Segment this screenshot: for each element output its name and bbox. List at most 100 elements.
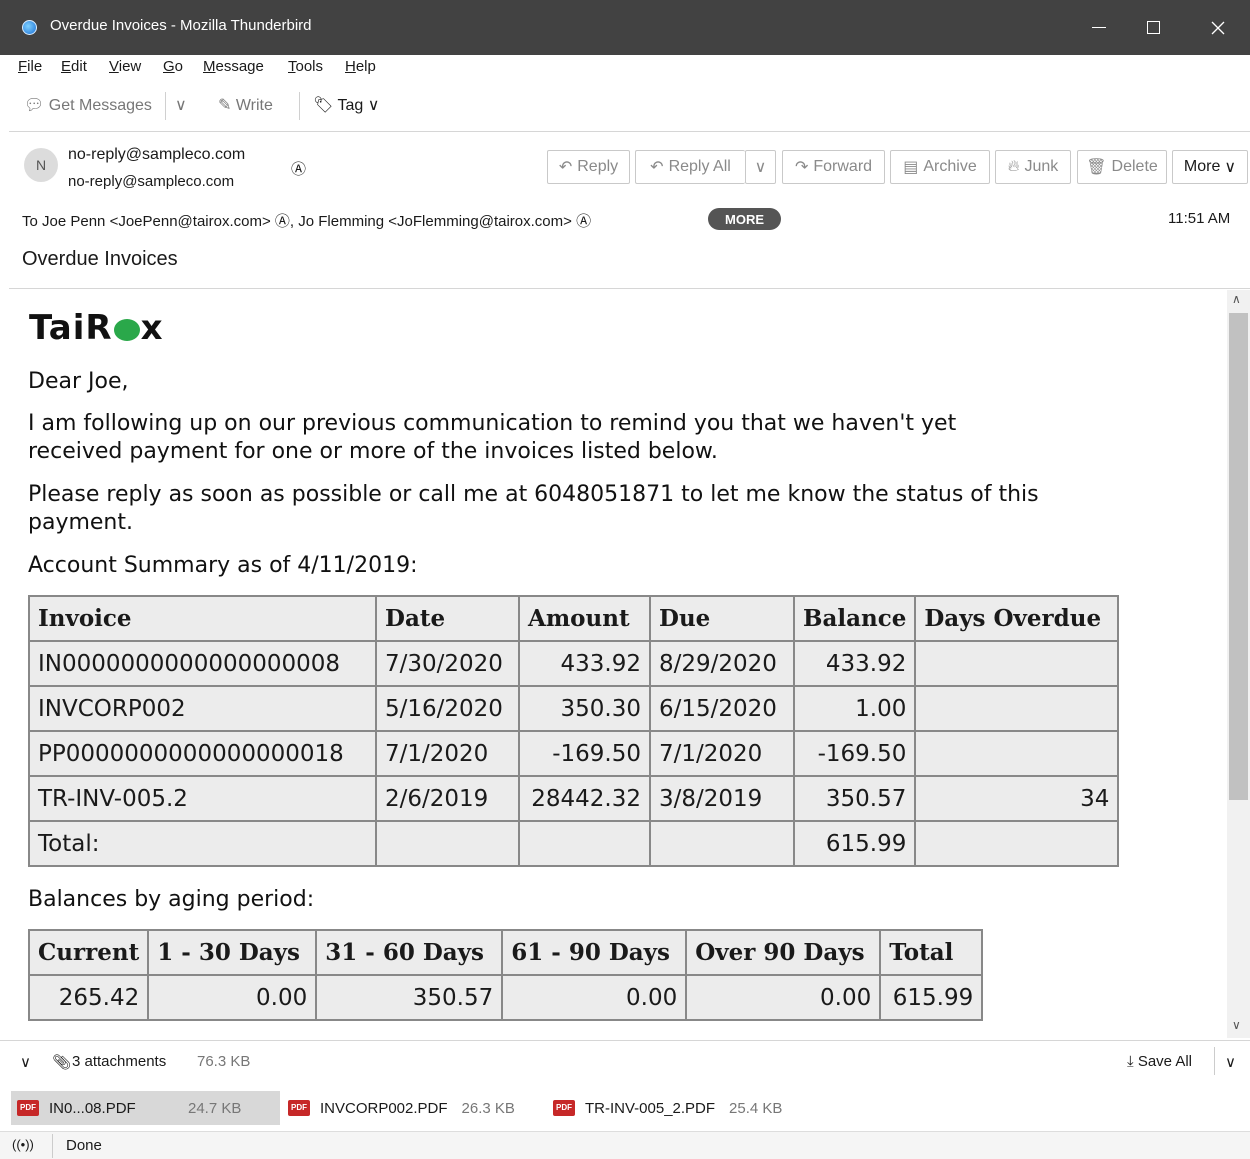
menu-tools[interactable]: Tools <box>288 58 323 75</box>
toolbar-separator <box>299 92 300 120</box>
menu-help[interactable]: Help <box>345 58 376 75</box>
contact-icon[interactable]: Ⓐ <box>275 213 290 230</box>
reply-all-button[interactable]: ↶ Reply All <box>635 150 745 184</box>
logo-mark <box>113 319 140 341</box>
tairox-logo: TaiR x <box>29 308 164 348</box>
more-label: More <box>1183 158 1221 175</box>
table-row: IN0000000000000000008 7/30/2020 433.92 8… <box>28 640 1120 687</box>
recipient-jo-flemming[interactable]: Jo Flemming <JoFlemming@tairox.com> <box>298 213 572 230</box>
aging-label: Balances by aging period: <box>28 887 315 912</box>
from-name[interactable]: no-reply@sampleco.com <box>68 146 245 164</box>
attachment-list: PDF IN0...08.PDF 24.7 KB PDF INVCORP002.… <box>0 1088 1250 1128</box>
close-button[interactable] <box>1185 0 1250 55</box>
attachments-count[interactable]: 3 attachments <box>72 1053 166 1070</box>
column-header: Current <box>27 929 150 976</box>
recipient-joe-penn[interactable]: Joe Penn <JoePenn@tairox.com> <box>42 213 271 230</box>
attachment-size: 25.4 KB <box>729 1099 783 1117</box>
table-row: INVCORP002 5/16/2020 350.30 6/15/2020 1.… <box>28 685 1120 732</box>
reply-button[interactable]: ↶ Reply <box>547 150 630 184</box>
due-cell: 8/29/2020 <box>649 640 795 687</box>
chevron-down-icon: ∨ <box>1224 159 1237 176</box>
scroll-down-icon[interactable]: ∨ <box>1232 1018 1241 1032</box>
attachment-item[interactable]: PDF TR-INV-005_2.PDF 25.4 KB <box>547 1091 782 1125</box>
amount-cell: 28442.32 <box>518 775 651 822</box>
online-status-icon[interactable]: ((•)) <box>12 1137 34 1152</box>
due-cell: 3/8/2019 <box>649 775 795 822</box>
save-all-dropdown[interactable]: ∨ <box>1225 1053 1236 1071</box>
junk-button[interactable]: 🔥︎ Junk <box>995 150 1071 184</box>
attachment-item[interactable]: PDF INVCORP002.PDF 26.3 KB <box>282 1091 515 1125</box>
days-overdue-cell <box>914 730 1120 777</box>
maximize-button[interactable] <box>1121 0 1186 55</box>
avatar: N <box>24 148 58 182</box>
due-cell <box>649 820 795 867</box>
balance-cell: 433.92 <box>792 640 917 687</box>
header-divider <box>9 288 1250 289</box>
chevron-down-icon: ∨ <box>20 1054 31 1071</box>
more-recipients-pill[interactable]: MORE <box>708 208 781 230</box>
invoice-cell: PP0000000000000000018 <box>28 730 377 777</box>
attachment-item[interactable]: PDF IN0...08.PDF 24.7 KB <box>11 1091 280 1125</box>
column-header: Over 90 Days <box>685 929 882 976</box>
attachment-name: TR-INV-005_2.PDF <box>585 1099 716 1117</box>
status-separator <box>52 1134 53 1158</box>
date-cell: 7/30/2020 <box>375 640 520 687</box>
chevron-down-icon: ∨ <box>367 97 380 114</box>
table-row: 265.42 0.00 350.57 0.00 0.00 615.99 <box>27 974 984 1021</box>
column-header: 31 - 60 Days <box>315 929 504 976</box>
archive-button[interactable]: ▤ Archive <box>890 150 990 184</box>
column-header: Date <box>375 595 520 642</box>
date-cell: 2/6/2019 <box>375 775 520 822</box>
contact-icon[interactable]: Ⓐ <box>291 158 306 179</box>
from-email[interactable]: no-reply@sampleco.com <box>68 173 234 190</box>
date-cell <box>375 820 520 867</box>
contact-icon[interactable]: Ⓐ <box>576 213 591 230</box>
tag-icon: 🏷︎ <box>313 97 334 114</box>
to-label: To <box>22 213 38 230</box>
amount-cell: 350.30 <box>518 685 651 732</box>
chevron-down-icon: ∨ <box>175 97 187 114</box>
invoice-cell: IN0000000000000000008 <box>28 640 377 687</box>
menu-go[interactable]: Go <box>163 58 183 75</box>
forward-button[interactable]: ↷ Forward <box>782 150 885 184</box>
paragraph-reminder: I am following up on our previous commun… <box>28 411 957 464</box>
write-button[interactable]: ✎ Write <box>218 95 273 115</box>
tag-label: Tag <box>337 97 364 114</box>
get-messages-label: Get Messages <box>48 97 152 114</box>
write-label: Write <box>235 97 273 114</box>
delete-button[interactable]: 🗑︎ Delete <box>1077 150 1167 184</box>
column-header: Amount <box>518 595 651 642</box>
reply-all-label: Reply All <box>668 158 731 175</box>
message-time: 11:51 AM <box>1168 210 1231 227</box>
menu-message[interactable]: Message <box>203 58 264 75</box>
aging-value-cell: 0.00 <box>685 974 882 1021</box>
forward-icon: ↷ <box>794 159 809 176</box>
chevron-down-icon: ∨ <box>754 159 767 176</box>
reply-all-dropdown[interactable]: ∨ <box>745 150 776 184</box>
recipients-line: To Joe Penn <JoePenn@tairox.com> Ⓐ, Jo F… <box>22 213 592 230</box>
menu-view[interactable]: View <box>109 58 141 75</box>
greeting: Dear Joe, <box>28 369 129 394</box>
save-all-button[interactable]: ⤓ Save All <box>1127 1053 1192 1070</box>
archive-icon: ▤ <box>903 159 919 176</box>
get-messages-dropdown[interactable]: ∨ <box>175 95 187 115</box>
balance-cell: 1.00 <box>792 685 917 732</box>
pdf-icon: PDF <box>17 1100 39 1116</box>
invoice-table: Invoice Date Amount Due Balance Days Ove… <box>28 595 1120 867</box>
attachments-toggle[interactable]: ∨ <box>20 1053 31 1071</box>
invoice-cell: TR-INV-005.2 <box>28 775 377 822</box>
tag-button[interactable]: 🏷︎ Tag ∨ <box>313 95 379 115</box>
more-button[interactable]: More ∨ <box>1172 150 1248 184</box>
scrollbar-thumb[interactable] <box>1229 313 1248 800</box>
column-header: 1 - 30 Days <box>147 929 318 976</box>
menu-edit[interactable]: Edit <box>61 58 87 75</box>
window-title: Overdue Invoices - Mozilla Thunderbird <box>50 17 312 34</box>
amount-cell <box>518 820 651 867</box>
junk-label: Junk <box>1024 158 1059 175</box>
paragraph-reply: Please reply as soon as possible or call… <box>28 482 1039 535</box>
get-messages-button[interactable]: 💬︎ Get Messages <box>24 95 152 115</box>
menu-file[interactable]: File <box>18 58 42 75</box>
aging-value-cell: 0.00 <box>501 974 688 1021</box>
scroll-up-icon[interactable]: ∧ <box>1232 292 1241 306</box>
column-header: Days Overdue <box>914 595 1120 642</box>
